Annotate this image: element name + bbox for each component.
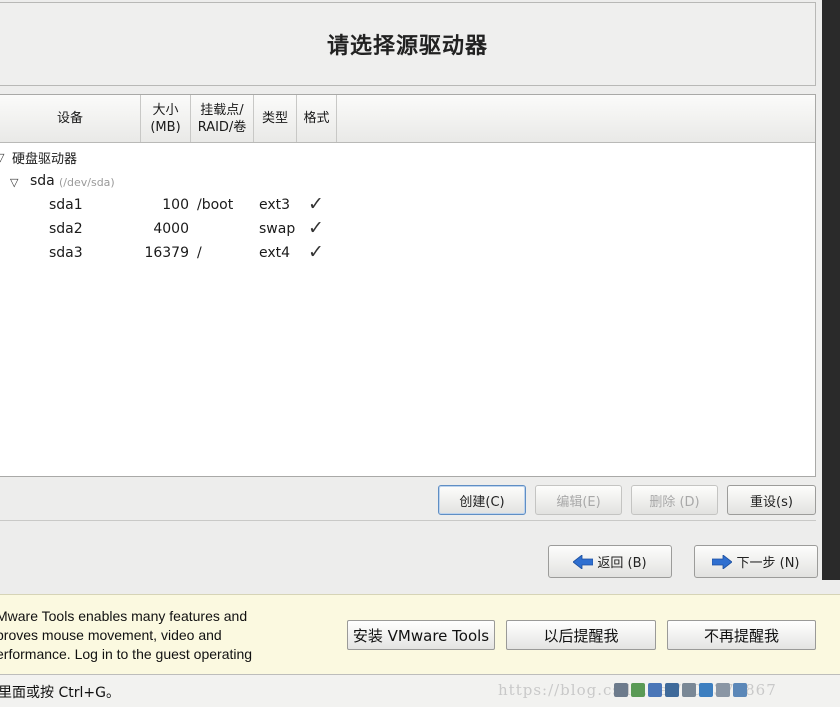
column-format[interactable]: 格式 [297,95,337,142]
partition-table[interactable]: 设备 大小 (MB) 挂载点/ RAID/卷 类型 格式 ▽ 硬盘驱动器 ▽ s… [0,94,816,477]
column-device[interactable]: 设备 [0,95,141,142]
page-title: 请选择源驱动器 [326,34,488,59]
hdd-icon[interactable] [614,683,628,697]
back-button-label: 返回 (B) [597,556,647,571]
partition-name: sda2 [49,221,83,237]
usb-icon[interactable] [699,683,713,697]
group-label: 硬盘驱动器 [12,152,78,167]
expander-down-icon[interactable]: ▽ [10,176,18,189]
never-remind-button[interactable]: 不再提醒我 [667,620,816,650]
column-size-label-2: (MB) [150,119,181,135]
partition-type: ext3 [259,197,291,213]
format-check-icon: ✓ [308,193,324,215]
partition-mount: / [197,245,202,261]
format-check-icon: ✓ [308,217,324,239]
partition-size: 16379 [144,245,189,261]
partition-size: 100 [162,197,189,213]
status-text: 里面或按 Ctrl+G。 [0,685,120,701]
reset-button[interactable]: 重设(s) [727,485,816,515]
back-button[interactable]: 返回 (B) [548,545,672,578]
status-bar: 里面或按 Ctrl+G。 https://blog.csdn.net/u0137… [0,674,840,707]
next-button-label: 下一步 (N) [736,556,800,571]
vmware-tools-bar: Mware Tools enables many features and pr… [0,594,840,674]
floppy-icon[interactable] [648,683,662,697]
title-bar: 请选择源驱动器 [0,2,816,86]
vmware-tools-message: Mware Tools enables many features and pr… [0,608,253,662]
column-type[interactable]: 类型 [254,95,297,142]
create-button[interactable]: 创建(C) [438,485,526,515]
partition-type: ext4 [259,245,291,261]
partition-name: sda3 [49,245,83,261]
next-button[interactable]: 下一步 (N) [694,545,818,578]
remind-later-button[interactable]: 以后提醒我 [506,620,656,650]
column-size[interactable]: 大小 (MB) [141,95,191,142]
disk-path: (/dev/sda) [59,176,115,189]
partition-mount: /boot [197,197,234,213]
column-mount[interactable]: 挂载点/ RAID/卷 [191,95,254,142]
display-icon[interactable] [733,683,747,697]
printer-icon[interactable] [682,683,696,697]
install-vmware-tools-button[interactable]: 安装 VMware Tools [347,620,495,650]
column-mount-label-2: RAID/卷 [197,119,247,135]
column-format-label: 格式 [303,111,330,126]
arrow-left-icon [573,554,594,569]
edit-button[interactable]: 编辑(E) [535,485,622,515]
divider [0,520,816,521]
format-check-icon: ✓ [308,241,324,263]
delete-button[interactable]: 删除 (D) [631,485,718,515]
cdrom-icon[interactable] [631,683,645,697]
sound-icon[interactable] [716,683,730,697]
column-mount-label-1: 挂载点/ [200,102,244,118]
partition-name: sda1 [49,197,83,213]
expander-down-icon[interactable]: ▽ [0,151,4,164]
partition-size: 4000 [153,221,189,237]
table-header: 设备 大小 (MB) 挂载点/ RAID/卷 类型 格式 [0,95,815,143]
disk-name: sda [30,173,55,189]
arrow-right-icon [712,554,733,569]
system-tray [614,683,747,697]
column-type-label: 类型 [261,111,288,126]
column-device-label: 设备 [56,111,83,126]
right-edge-strip [822,0,840,580]
column-size-label-1: 大小 [152,102,179,118]
network-icon[interactable] [665,683,679,697]
partition-type: swap [259,221,296,237]
